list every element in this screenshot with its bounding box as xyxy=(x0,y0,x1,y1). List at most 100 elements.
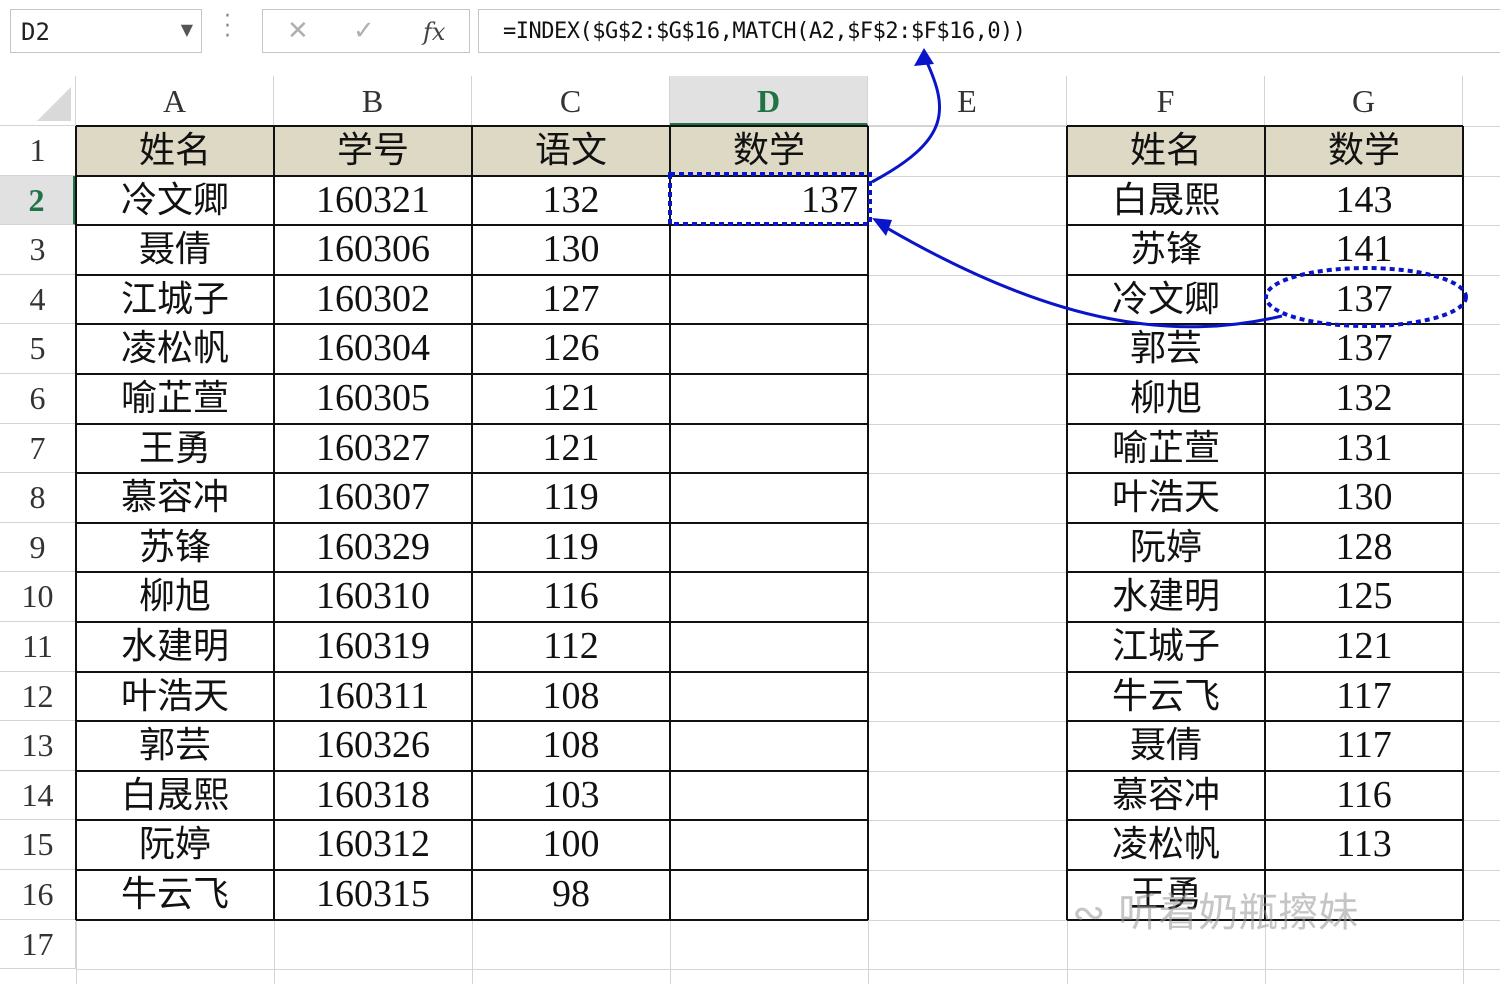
left-table-cell[interactable] xyxy=(670,473,868,523)
left-table-cell[interactable]: 慕容冲 xyxy=(76,473,274,523)
left-header-cell[interactable]: 语文 xyxy=(472,126,670,176)
row-header-1[interactable]: 1 xyxy=(0,126,76,176)
left-table-cell[interactable]: 凌松帆 xyxy=(76,324,274,374)
row-header-9[interactable]: 9 xyxy=(0,522,76,573)
right-table-cell[interactable]: 柳旭 xyxy=(1067,374,1265,424)
left-table-cell[interactable] xyxy=(670,374,868,424)
left-table-cell[interactable]: 160310 xyxy=(274,572,472,622)
right-table-cell[interactable]: 牛云飞 xyxy=(1067,672,1265,722)
right-header-cell[interactable]: 姓名 xyxy=(1067,126,1265,176)
left-table-cell[interactable]: 127 xyxy=(472,275,670,325)
left-header-cell[interactable]: 学号 xyxy=(274,126,472,176)
column-header-e[interactable]: E xyxy=(868,76,1067,126)
left-table-cell[interactable] xyxy=(670,572,868,622)
left-table-cell[interactable] xyxy=(670,672,868,722)
left-table-cell[interactable]: 121 xyxy=(472,374,670,424)
left-table-cell[interactable]: 103 xyxy=(472,771,670,821)
left-table-cell[interactable]: 郭芸 xyxy=(76,721,274,771)
right-table-cell[interactable]: 130 xyxy=(1265,473,1463,523)
left-table-cell[interactable] xyxy=(670,275,868,325)
left-table-cell[interactable]: 喻芷萱 xyxy=(76,374,274,424)
left-header-cell[interactable]: 数学 xyxy=(670,126,868,176)
right-table-cell[interactable]: 聂倩 xyxy=(1067,721,1265,771)
right-table-cell[interactable]: 阮婷 xyxy=(1067,523,1265,573)
column-header-g[interactable]: G xyxy=(1265,76,1463,126)
left-table-cell[interactable]: 苏锋 xyxy=(76,523,274,573)
right-table-cell[interactable]: 慕容冲 xyxy=(1067,771,1265,821)
right-table-cell[interactable]: 白晟熙 xyxy=(1067,176,1265,226)
left-table-cell[interactable]: 叶浩天 xyxy=(76,672,274,722)
left-table-cell[interactable]: 160305 xyxy=(274,374,472,424)
right-table-cell[interactable]: 131 xyxy=(1265,424,1463,474)
left-table-cell[interactable] xyxy=(670,870,868,920)
left-table-cell[interactable] xyxy=(670,523,868,573)
column-header-a[interactable]: A xyxy=(76,76,274,126)
enter-icon[interactable]: ✓ xyxy=(353,16,375,46)
left-table-cell[interactable]: 160306 xyxy=(274,225,472,275)
left-table-cell[interactable] xyxy=(670,424,868,474)
right-table-cell[interactable]: 叶浩天 xyxy=(1067,473,1265,523)
right-table-cell[interactable]: 116 xyxy=(1265,771,1463,821)
row-header-8[interactable]: 8 xyxy=(0,473,76,523)
formula-input[interactable]: =INDEX($G$2:$G$16,MATCH(A2,$F$2:$F$16,0)… xyxy=(478,9,1500,53)
more-options-icon[interactable]: · · · xyxy=(224,6,231,48)
left-table-cell[interactable]: 160304 xyxy=(274,324,472,374)
left-table-cell[interactable]: 130 xyxy=(472,225,670,275)
left-table-cell[interactable]: 水建明 xyxy=(76,622,274,672)
left-table-cell[interactable]: 160318 xyxy=(274,771,472,821)
left-table-cell[interactable]: 阮婷 xyxy=(76,820,274,870)
left-table-cell[interactable]: 白晟熙 xyxy=(76,771,274,821)
row-header-13[interactable]: 13 xyxy=(0,721,76,771)
left-table-cell[interactable]: 江城子 xyxy=(76,275,274,325)
left-table-cell[interactable] xyxy=(670,622,868,672)
right-table-cell[interactable]: 113 xyxy=(1265,820,1463,870)
row-header-12[interactable]: 12 xyxy=(0,671,76,722)
left-table-cell[interactable]: 108 xyxy=(472,672,670,722)
right-table-cell[interactable]: 喻芷萱 xyxy=(1067,424,1265,474)
row-header-16[interactable]: 16 xyxy=(0,870,76,920)
left-table-cell[interactable] xyxy=(670,324,868,374)
left-table-cell[interactable]: 160307 xyxy=(274,473,472,523)
row-header-10[interactable]: 10 xyxy=(0,572,76,622)
left-header-cell[interactable]: 姓名 xyxy=(76,126,274,176)
left-table-cell[interactable]: 100 xyxy=(472,820,670,870)
right-table-cell[interactable]: 125 xyxy=(1265,572,1463,622)
row-header-17[interactable]: 17 xyxy=(0,919,76,970)
left-table-cell[interactable] xyxy=(670,225,868,275)
cancel-icon[interactable]: ✕ xyxy=(287,16,309,46)
left-table-cell[interactable]: 160326 xyxy=(274,721,472,771)
left-table-cell[interactable] xyxy=(670,820,868,870)
left-table-cell[interactable]: 112 xyxy=(472,622,670,672)
select-all-corner[interactable] xyxy=(0,76,76,126)
left-table-cell[interactable]: 牛云飞 xyxy=(76,870,274,920)
left-table-cell[interactable] xyxy=(670,721,868,771)
left-table-cell[interactable]: 冷文卿 xyxy=(76,176,274,226)
name-box[interactable]: D2 ▼ xyxy=(10,9,202,53)
row-header-2[interactable]: 2 xyxy=(0,175,76,226)
left-table-cell[interactable]: 柳旭 xyxy=(76,572,274,622)
left-table-cell[interactable] xyxy=(670,771,868,821)
right-table-cell[interactable]: 江城子 xyxy=(1067,622,1265,672)
left-table-cell[interactable]: 160319 xyxy=(274,622,472,672)
right-table-cell[interactable]: 143 xyxy=(1265,176,1463,226)
right-table-cell[interactable]: 117 xyxy=(1265,672,1463,722)
left-table-cell[interactable]: 聂倩 xyxy=(76,225,274,275)
left-table-cell[interactable]: 160312 xyxy=(274,820,472,870)
row-header-11[interactable]: 11 xyxy=(0,622,76,672)
row-header-4[interactable]: 4 xyxy=(0,274,76,325)
right-table-cell[interactable]: 137 xyxy=(1265,324,1463,374)
right-header-cell[interactable]: 数学 xyxy=(1265,126,1463,176)
left-table-cell[interactable]: 160315 xyxy=(274,870,472,920)
left-table-cell[interactable]: 108 xyxy=(472,721,670,771)
column-header-d[interactable]: D xyxy=(670,76,868,126)
left-table-cell[interactable]: 119 xyxy=(472,523,670,573)
right-table-cell[interactable]: 苏锋 xyxy=(1067,225,1265,275)
right-table-cell[interactable]: 137 xyxy=(1265,275,1463,325)
right-table-cell[interactable]: 冷文卿 xyxy=(1067,275,1265,325)
row-header-6[interactable]: 6 xyxy=(0,374,76,424)
left-table-cell[interactable]: 126 xyxy=(472,324,670,374)
left-table-cell[interactable]: 160311 xyxy=(274,672,472,722)
row-header-14[interactable]: 14 xyxy=(0,770,76,821)
right-table-cell[interactable]: 132 xyxy=(1265,374,1463,424)
left-table-cell[interactable]: 121 xyxy=(472,424,670,474)
